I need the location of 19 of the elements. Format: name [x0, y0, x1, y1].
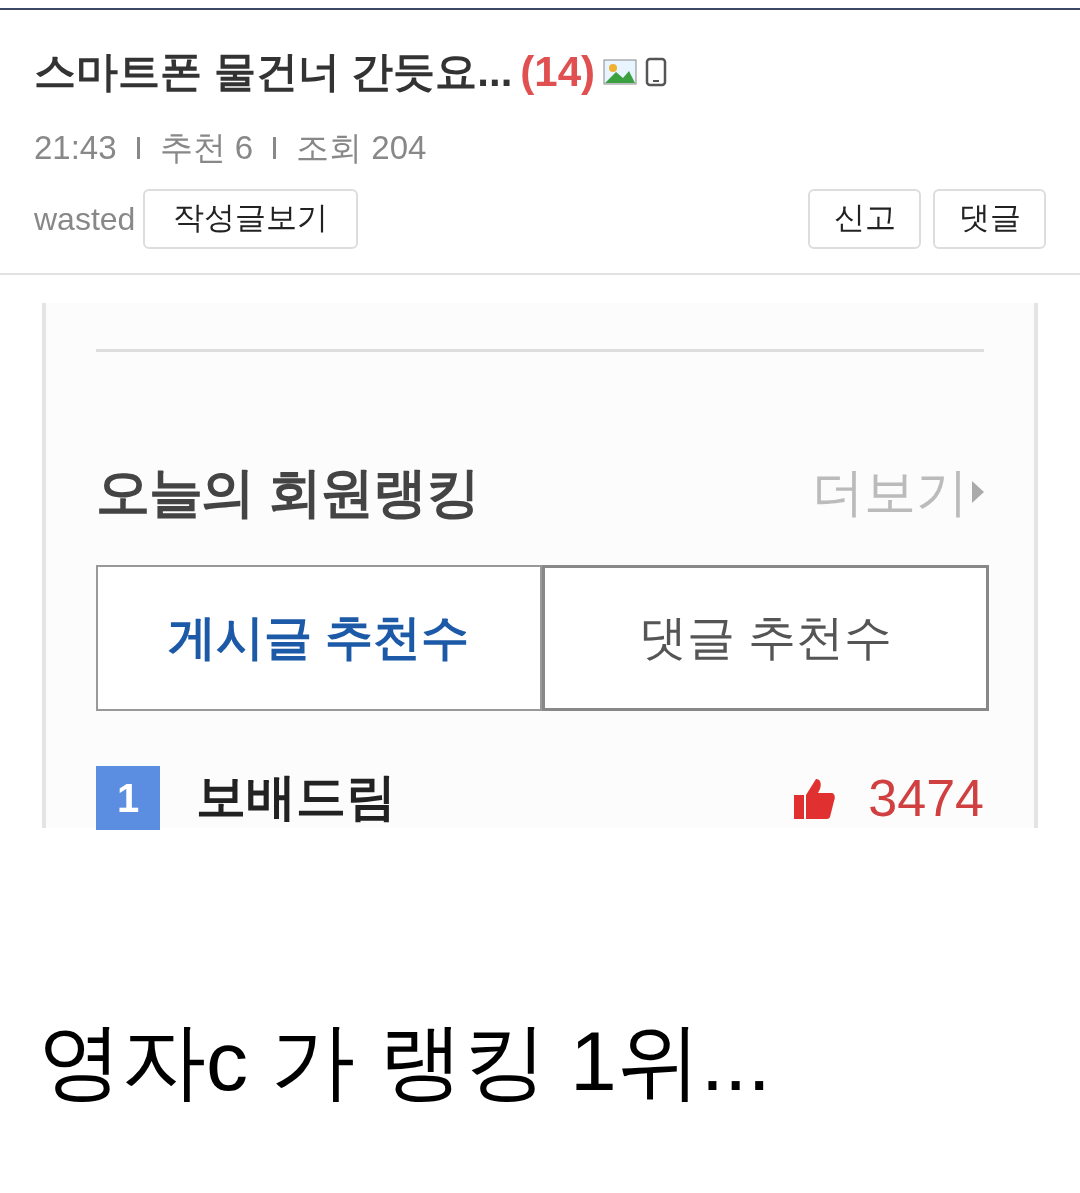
- author-name: wasted: [34, 199, 136, 239]
- post-title: 스마트폰 물건너 간듯요...: [34, 47, 513, 97]
- author-posts-button[interactable]: 작성글보기: [143, 188, 359, 249]
- ranking-tab[interactable]: 댓글 추천수: [541, 564, 989, 711]
- ranking-tab[interactable]: 게시글 추천수: [96, 564, 542, 711]
- recommend-count: 추천 6: [159, 128, 254, 168]
- rank-badge: 1: [96, 765, 160, 830]
- body-text: 영자c 가 랭킹 1위...: [38, 1013, 771, 1108]
- score: 3474: [868, 767, 984, 829]
- ranking-heading: 오늘의 회원랭킹: [96, 460, 479, 524]
- comment-count: (14): [520, 47, 596, 97]
- action-button[interactable]: 댓글: [933, 188, 1046, 249]
- phone-icon: [645, 56, 668, 87]
- view-count: 조회 204: [296, 128, 427, 168]
- action-button[interactable]: 신고: [808, 188, 921, 249]
- post-time: 21:43: [34, 128, 117, 168]
- member-name: 보배드림: [196, 768, 396, 827]
- image-icon: [603, 58, 638, 85]
- caret-icon: [972, 481, 984, 503]
